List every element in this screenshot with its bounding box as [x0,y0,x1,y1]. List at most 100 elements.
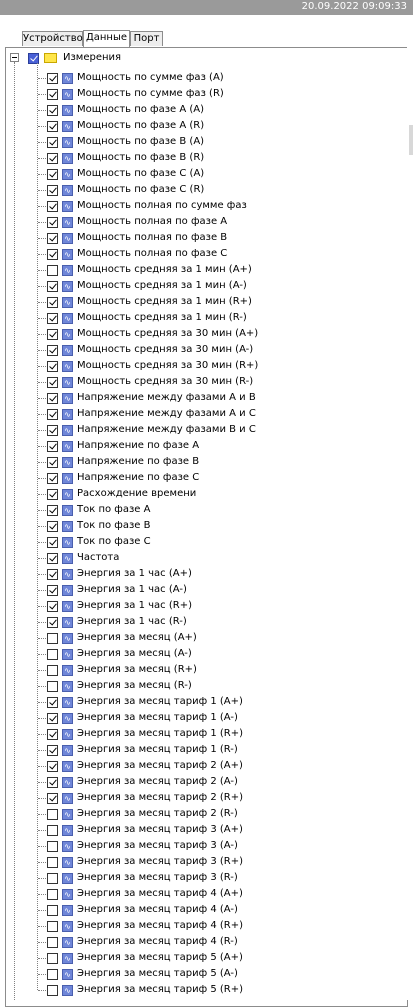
tab-data[interactable]: Данные [83,30,130,47]
tree-item-label[interactable]: Мощность полная по фазе C [77,246,227,262]
item-checkbox[interactable] [47,281,58,292]
item-checkbox[interactable] [47,585,58,596]
tree-item-label[interactable]: Энергия за 1 час (R-) [77,614,187,630]
item-checkbox[interactable] [47,233,58,244]
item-checkbox[interactable] [47,185,58,196]
item-checkbox[interactable] [47,89,58,100]
tree-item-label[interactable]: Мощность полная по сумме фаз [77,198,247,214]
item-checkbox[interactable] [47,633,58,644]
tree-item-label[interactable]: Частота [77,550,119,566]
item-checkbox[interactable] [47,889,58,900]
item-checkbox[interactable] [47,985,58,996]
item-checkbox[interactable] [47,745,58,756]
item-checkbox[interactable] [47,169,58,180]
item-checkbox[interactable] [47,953,58,964]
tree-item-label[interactable]: Мощность средняя за 30 мин (A-) [77,342,253,358]
tree-item-label[interactable]: Расхождение времени [77,486,196,502]
tree-item-label[interactable]: Энергия за месяц (R+) [77,662,197,678]
item-checkbox[interactable] [47,473,58,484]
tree-item-label[interactable]: Энергия за месяц тариф 4 (A-) [77,902,238,918]
item-checkbox[interactable] [47,105,58,116]
tree-item-label[interactable]: Энергия за месяц тариф 4 (R+) [77,918,243,934]
tab-port[interactable]: Порт [130,31,163,46]
tree-item-label[interactable]: Ток по фазе B [77,518,150,534]
item-checkbox[interactable] [47,121,58,132]
item-checkbox[interactable] [47,345,58,356]
item-checkbox[interactable] [47,697,58,708]
tree-item-label[interactable]: Напряжение по фазе A [77,438,199,454]
item-checkbox[interactable] [47,249,58,260]
tree-item-label[interactable]: Энергия за месяц тариф 1 (A+) [77,694,243,710]
tree-item-label[interactable]: Энергия за месяц тариф 2 (A-) [77,774,238,790]
tree-item-label[interactable]: Энергия за месяц тариф 3 (R-) [77,870,238,886]
tree-item-label[interactable]: Энергия за месяц тариф 1 (R+) [77,726,243,742]
tree-item-label[interactable]: Мощность средняя за 1 мин (A+) [77,262,252,278]
item-checkbox[interactable] [47,297,58,308]
item-checkbox[interactable] [47,761,58,772]
item-checkbox[interactable] [47,537,58,548]
item-checkbox[interactable] [47,73,58,84]
item-checkbox[interactable] [47,393,58,404]
tree-item-label[interactable]: Энергия за месяц (R-) [77,678,192,694]
tree-item-label[interactable]: Напряжение между фазами B и C [77,422,256,438]
item-checkbox[interactable] [47,729,58,740]
item-checkbox[interactable] [47,649,58,660]
item-checkbox[interactable] [47,377,58,388]
item-checkbox[interactable] [47,521,58,532]
item-checkbox[interactable] [47,921,58,932]
item-checkbox[interactable] [47,601,58,612]
tab-device[interactable]: Устройство [22,31,83,46]
tree-item-label[interactable]: Энергия за месяц тариф 2 (A+) [77,758,243,774]
item-checkbox[interactable] [47,713,58,724]
tree-item-label[interactable]: Энергия за месяц тариф 3 (A-) [77,838,238,854]
tree-item-label[interactable]: Мощность по фазе A (A) [77,102,204,118]
tree-item-label[interactable]: Энергия за 1 час (A+) [77,566,192,582]
item-checkbox[interactable] [47,857,58,868]
scrollbar-thumb[interactable] [409,125,413,155]
tree-item-label[interactable]: Энергия за месяц (A-) [77,646,192,662]
tree-item-label[interactable]: Энергия за месяц тариф 3 (R+) [77,854,243,870]
item-checkbox[interactable] [47,489,58,500]
tree-item-label[interactable]: Ток по фазе C [77,534,151,550]
tree-item-label[interactable]: Энергия за месяц тариф 3 (A+) [77,822,243,838]
tree-item-label[interactable]: Мощность по фазе C (A) [77,166,204,182]
tree-item-label[interactable]: Напряжение между фазами A и B [77,390,256,406]
tree-item-label[interactable]: Энергия за месяц тариф 2 (R+) [77,790,243,806]
item-checkbox[interactable] [47,137,58,148]
item-checkbox[interactable] [47,505,58,516]
item-checkbox[interactable] [47,409,58,420]
item-checkbox[interactable] [47,665,58,676]
tree-item-label[interactable]: Мощность средняя за 30 мин (R-) [77,374,253,390]
item-checkbox[interactable] [47,681,58,692]
tree-item-label[interactable]: Мощность по фазе A (R) [77,118,204,134]
item-checkbox[interactable] [47,569,58,580]
tree-item-label[interactable]: Энергия за 1 час (A-) [77,582,187,598]
item-checkbox[interactable] [47,777,58,788]
tree-item-label[interactable]: Энергия за месяц тариф 4 (A+) [77,886,243,902]
item-checkbox[interactable] [47,841,58,852]
scrollbar-track[interactable] [407,47,413,1000]
item-checkbox[interactable] [47,425,58,436]
item-checkbox[interactable] [47,617,58,628]
collapse-icon[interactable] [10,53,19,62]
tree-item-label[interactable]: Мощность по сумме фаз (A) [77,70,224,86]
tree-item-label[interactable]: Энергия за месяц тариф 4 (R-) [77,934,238,950]
tree-item-label[interactable]: Мощность средняя за 30 мин (A+) [77,326,258,342]
item-checkbox[interactable] [47,809,58,820]
tree-item-label[interactable]: Мощность средняя за 1 мин (R+) [77,294,252,310]
tree-item-label[interactable]: Мощность полная по фазе A [77,214,227,230]
tree-item-label[interactable]: Энергия за месяц тариф 1 (R-) [77,742,238,758]
item-checkbox[interactable] [47,265,58,276]
item-checkbox[interactable] [47,441,58,452]
item-checkbox[interactable] [47,553,58,564]
tree-item-label[interactable]: Мощность средняя за 1 мин (R-) [77,310,247,326]
tree-item-label[interactable]: Энергия за месяц тариф 5 (R+) [77,982,243,998]
item-checkbox[interactable] [47,873,58,884]
tree-item-label[interactable]: Энергия за месяц тариф 1 (A-) [77,710,238,726]
tree-item-label[interactable]: Мощность по фазе C (R) [77,182,204,198]
item-checkbox[interactable] [47,969,58,980]
item-checkbox[interactable] [47,329,58,340]
tree-item-label[interactable]: Энергия за месяц тариф 5 (A-) [77,966,238,982]
item-checkbox[interactable] [47,793,58,804]
tree-item-label[interactable]: Напряжение между фазами A и C [77,406,256,422]
